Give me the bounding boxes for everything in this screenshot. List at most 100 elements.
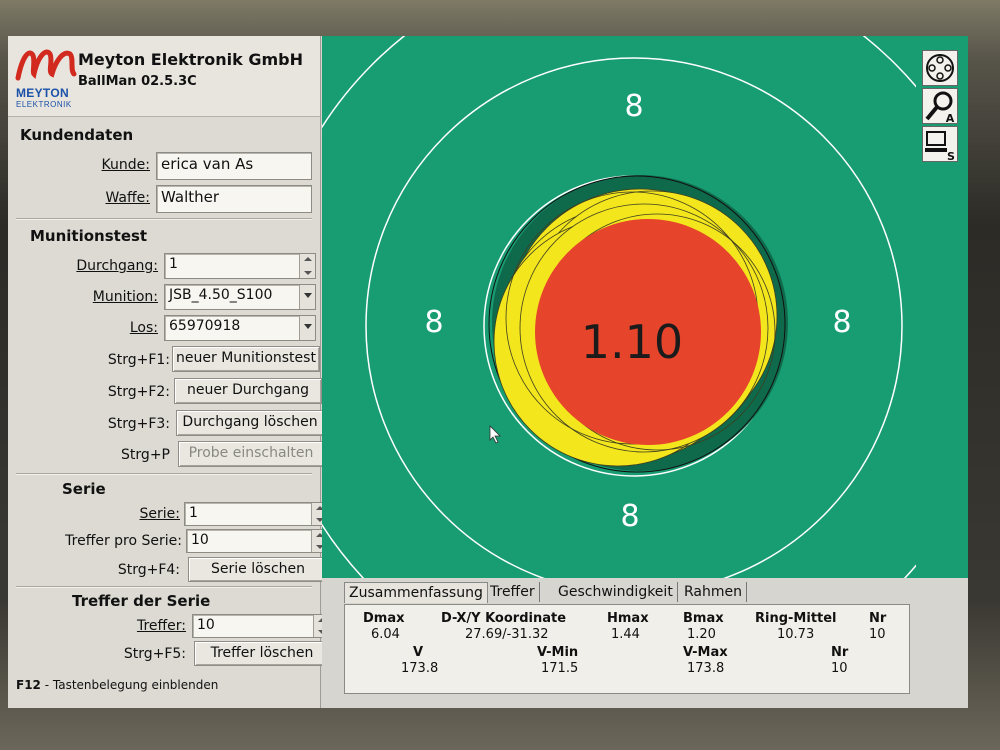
treffer-pro-serie-stepper[interactable]: 10 (186, 529, 328, 553)
durchgang-label-text: Durchgang: (76, 258, 158, 274)
probe-einschalten-button[interactable]: Probe einschalten (178, 441, 324, 467)
treffer-loeschen-button[interactable]: Treffer löschen (194, 641, 330, 666)
col-header: Ring-Mittel (755, 611, 837, 626)
footer-text: - Tastenbelegung einblenden (40, 678, 219, 692)
munition-value: JSB_4.50_S100 (169, 287, 273, 303)
cell-value: 10 (869, 627, 886, 642)
computer-letter: S (947, 150, 955, 161)
treffer-label: Treffer: (74, 618, 186, 634)
serie-label-text: Serie: (139, 506, 180, 522)
tab-geschwindigkeit[interactable]: Geschwindigkeit (554, 582, 678, 602)
zoom-a-button[interactable]: A (922, 88, 958, 125)
kundendaten-title: Kundendaten (20, 126, 134, 144)
meyton-m-icon (15, 49, 77, 81)
ring-label-top: 8 (624, 89, 643, 124)
los-label: Los: (48, 320, 158, 336)
ring-label-left: 8 (424, 305, 443, 340)
munition-label: Munition: (48, 289, 158, 305)
cell-value: 1.20 (687, 627, 716, 642)
munition-label-text: Munition: (92, 289, 158, 305)
treffer-stepper[interactable]: 10 (192, 614, 330, 638)
los-value: 65970918 (169, 318, 241, 334)
durchgang-value: 1 (169, 256, 178, 272)
statistics-panel: Zusammenfassung Treffer Geschwindigkeit … (322, 578, 968, 708)
col-header: V (413, 645, 424, 660)
ring-label-bottom: 8 (620, 499, 639, 534)
footer-hint: F12 - Tastenbelegung einblenden (16, 678, 218, 692)
serie-title: Serie (62, 480, 106, 498)
shortcut-label: Strg+F5: (123, 646, 186, 662)
munition-dropdown-icon[interactable] (299, 285, 315, 309)
serie-stepper[interactable]: 1 (184, 502, 328, 526)
treffer-value: 10 (197, 617, 215, 633)
los-select[interactable]: 65970918 (164, 315, 316, 341)
cell-value: 1.44 (611, 627, 640, 642)
munitionstest-title: Munitionstest (30, 227, 148, 245)
col-header: D-X/Y Koordinate (441, 611, 567, 626)
kunde-label: Kunde: (68, 157, 150, 173)
target-view[interactable]: 8 8 8 8 1.10 (322, 36, 916, 578)
ring-label-right: 8 (832, 305, 851, 340)
col-header: V-Min (537, 645, 579, 660)
cell-value: 171.5 (541, 661, 579, 676)
kunde-label-text: Kunde: (101, 157, 150, 173)
treffer-pro-serie-label: Treffer pro Serie: (65, 533, 182, 549)
target-settings-icon (926, 54, 954, 82)
cell-value: 10 (831, 661, 848, 676)
shortcut-label: Strg+F1: (107, 352, 170, 368)
logo-subtitle: ELEKTRONIK (16, 100, 72, 109)
col-header: Nr (869, 611, 887, 626)
los-dropdown-icon[interactable] (299, 316, 315, 340)
footer-key: F12 (16, 678, 41, 692)
company-name: Meyton Elektronik GmbH (78, 50, 303, 69)
shortcut-label: Strg+F3: (107, 416, 170, 432)
munition-select[interactable]: JSB_4.50_S100 (164, 284, 316, 310)
col-header: Dmax (363, 611, 405, 626)
kunde-input[interactable]: erica van As (156, 152, 312, 180)
cell-value: 6.04 (371, 627, 400, 642)
target-settings-button[interactable] (922, 50, 958, 86)
tab-rahmen[interactable]: Rahmen (680, 582, 747, 602)
app-version: BallMan 02.5.3C (78, 74, 197, 89)
durchgang-label: Durchgang: (48, 258, 158, 274)
col-header: Hmax (607, 611, 649, 626)
waffe-label: Waffe: (68, 190, 150, 206)
durchgang-stepper[interactable]: 1 (164, 253, 316, 279)
waffe-input[interactable]: Walther (156, 185, 312, 213)
divider (16, 586, 312, 588)
los-label-text: Los: (129, 320, 158, 336)
treffer-pro-serie-value: 10 (191, 532, 209, 548)
waffe-label-text: Waffe: (105, 190, 150, 206)
neuer-durchgang-button[interactable]: neuer Durchgang (174, 378, 322, 404)
cell-value: 10.73 (777, 627, 815, 642)
treffer-der-serie-title: Treffer der Serie (72, 592, 211, 610)
app-header: MEYTON ELEKTRONIK Meyton Elektronik GmbH… (8, 36, 320, 117)
tab-zusammenfassung[interactable]: Zusammenfassung (344, 582, 488, 603)
summary-table: Dmax D-X/Y Koordinate Hmax Bmax Ring-Mit… (344, 604, 910, 694)
mouse-cursor-icon (489, 425, 501, 444)
computer-s-button[interactable]: S (922, 126, 958, 163)
divider (16, 473, 312, 475)
shortcut-label: Strg+P (121, 447, 170, 463)
cell-value: 173.8 (687, 661, 725, 676)
cell-value: 173.8 (401, 661, 439, 676)
treffer-label-text: Treffer: (136, 618, 186, 634)
screen: MEYTON ELEKTRONIK Meyton Elektronik GmbH… (8, 36, 968, 708)
computer-s-icon: S (925, 131, 955, 163)
meyton-logo: MEYTON ELEKTRONIK (14, 44, 78, 109)
divider (16, 218, 312, 220)
durchgang-loeschen-button[interactable]: Durchgang löschen (176, 410, 324, 436)
shortcut-label: Strg+F4: (117, 562, 180, 578)
durchgang-spin-icon[interactable] (299, 254, 315, 278)
neuer-munitionstest-button[interactable]: neuer Munitionstest (172, 346, 320, 372)
tab-treffer[interactable]: Treffer (486, 582, 540, 602)
col-header: V-Max (683, 645, 728, 660)
tool-strip: A S (916, 36, 968, 578)
col-header: Bmax (683, 611, 724, 626)
logo-word: MEYTON (16, 86, 69, 100)
zoom-a-icon: A (925, 91, 955, 125)
serie-label: Serie: (68, 506, 180, 522)
serie-value: 1 (189, 505, 198, 521)
shot-value: 1.10 (581, 315, 683, 369)
serie-loeschen-button[interactable]: Serie löschen (188, 557, 328, 582)
